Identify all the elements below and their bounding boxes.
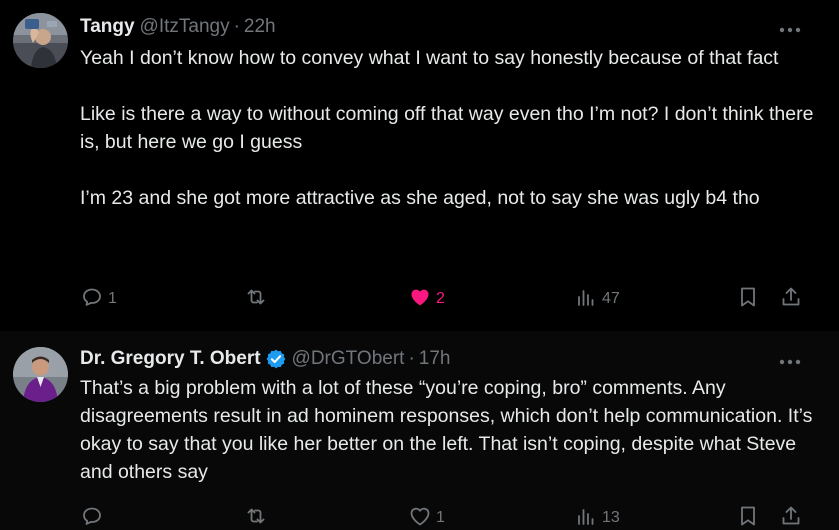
avatar[interactable] xyxy=(13,13,68,68)
author-display-name[interactable]: Dr. Gregory T. Obert xyxy=(80,348,261,370)
reply-count: 1 xyxy=(108,290,117,307)
like-count: 1 xyxy=(436,509,445,526)
share-button[interactable] xyxy=(779,286,803,312)
reply-icon xyxy=(80,285,104,314)
reply-button[interactable] xyxy=(80,505,108,530)
tweet-paragraph: That’s a big problem with a lot of these… xyxy=(80,377,813,483)
action-bar: 1 13 xyxy=(80,505,839,530)
reply-tweet-tangy[interactable]: Tangy @ItzTangy · 22h Yeah I don’t know … xyxy=(0,0,839,331)
author-handle[interactable]: @ItzTangy xyxy=(140,16,230,38)
timestamp[interactable]: 17h xyxy=(419,348,451,370)
heart-icon xyxy=(408,504,432,530)
tweet-text: That’s a big problem with a lot of these… xyxy=(80,374,815,486)
like-button[interactable]: 2 xyxy=(408,286,445,312)
tweet-paragraph: Yeah I don’t know how to convey what I w… xyxy=(80,47,779,69)
repost-icon xyxy=(244,285,268,314)
bookmark-icon xyxy=(736,285,760,314)
verified-badge-icon[interactable] xyxy=(265,348,287,370)
views-count: 47 xyxy=(602,290,620,307)
reply-tweet-drgtobert[interactable]: Dr. Gregory T. Obert @DrGTObert · 17h Th… xyxy=(0,331,839,530)
bookmark-button[interactable] xyxy=(736,505,760,530)
tweet-paragraph: I’m 23 and she got more attractive as sh… xyxy=(80,187,760,209)
tweet-header: Dr. Gregory T. Obert @DrGTObert · 17h xyxy=(80,345,799,373)
views-count: 13 xyxy=(602,509,620,526)
like-count: 2 xyxy=(436,290,445,307)
timestamp[interactable]: 22h xyxy=(244,16,276,38)
author-handle[interactable]: @DrGTObert xyxy=(292,348,405,370)
tweet-paragraph: Like is there a way to without coming of… xyxy=(80,103,814,153)
bookmark-button[interactable] xyxy=(736,286,760,312)
views-button[interactable]: 47 xyxy=(574,286,620,312)
like-button[interactable]: 1 xyxy=(408,505,445,530)
repost-button[interactable] xyxy=(244,505,272,530)
views-icon xyxy=(574,504,598,530)
heart-icon xyxy=(408,285,432,314)
avatar[interactable] xyxy=(13,347,68,402)
tweet-text: Yeah I don’t know how to convey what I w… xyxy=(80,44,815,212)
tweet-header: Tangy @ItzTangy · 22h xyxy=(80,14,799,40)
share-icon xyxy=(779,504,803,530)
share-button[interactable] xyxy=(779,505,803,530)
reply-button[interactable]: 1 xyxy=(80,286,117,312)
repost-button[interactable] xyxy=(244,286,272,312)
bookmark-icon xyxy=(736,504,760,530)
repost-icon xyxy=(244,504,268,530)
views-icon xyxy=(574,285,598,314)
share-icon xyxy=(779,285,803,314)
separator-dot: · xyxy=(233,16,240,37)
more-options-icon[interactable] xyxy=(778,22,802,33)
separator-dot: · xyxy=(408,348,415,369)
action-bar: 1 2 47 xyxy=(80,286,839,312)
author-display-name[interactable]: Tangy xyxy=(80,16,135,38)
reply-icon xyxy=(80,504,104,530)
more-options-icon[interactable] xyxy=(778,354,802,365)
views-button[interactable]: 13 xyxy=(574,505,620,530)
